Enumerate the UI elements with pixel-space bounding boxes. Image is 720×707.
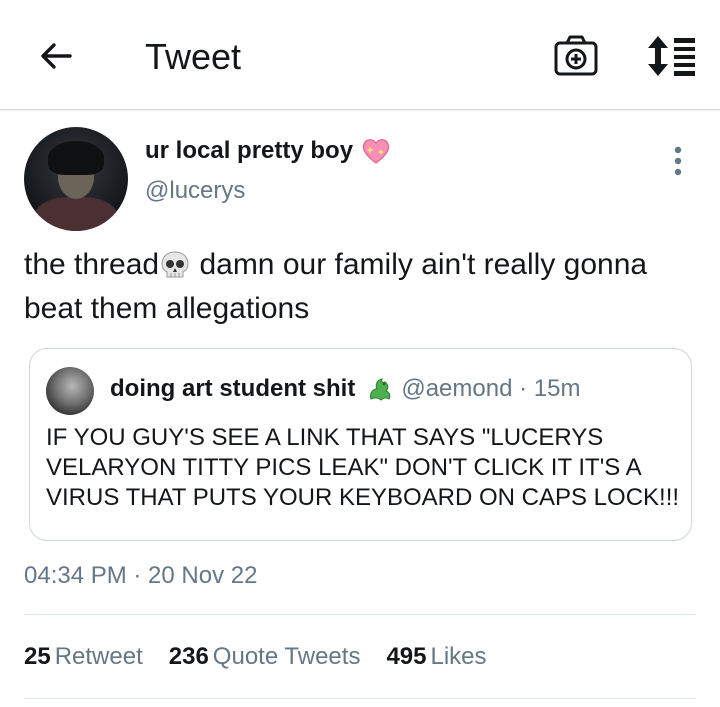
divider [24,614,696,615]
quote-tweets-count: 236 [168,643,209,670]
author-name[interactable]: ur local pretty boy [145,137,391,165]
author-display-name: ur local pretty boy [145,137,354,164]
more-options-button[interactable] [670,146,686,176]
tweet-timestamp: 04:34 PM · 20 Nov 22 [24,562,258,589]
quoted-tweet-text: IF YOU GUY'S SEE A LINK THAT SAYS "LUCER… [46,424,680,511]
skull-icon [159,250,191,290]
quoted-tweet-header: doing art student shit @aemond · 15m [110,375,580,403]
more-vertical-icon [674,146,682,176]
likes-label: Likes [430,643,487,670]
tweet-text-part1: the thread [24,248,160,281]
quoted-author-name: doing art student shit [110,375,356,402]
sort-button[interactable] [645,34,697,78]
quote-tweets-stat[interactable]: 236 Quote Tweets [169,643,361,671]
tweet-text: the thread damn our family ain't really … [24,246,684,328]
camera-plus-icon [554,35,598,76]
quoted-tweet[interactable]: doing art student shit @aemond · 15m IF … [29,348,692,541]
page-title: Tweet [145,36,242,77]
sort-list-icon [648,36,695,76]
likes-stat[interactable]: 495 Likes [386,643,486,671]
retweets-label: Retweet [54,643,143,670]
sparkling-heart-icon [362,139,390,164]
quoted-author-avatar [46,367,94,415]
retweets-count: 25 [24,643,51,670]
likes-count: 495 [386,643,427,670]
divider [24,698,696,699]
author-avatar[interactable] [24,127,128,231]
top-bar: Tweet [0,0,720,110]
quote-tweets-label: Quote Tweets [212,643,361,670]
back-button[interactable] [36,36,76,76]
quoted-author-handle: @aemond · 15m [401,375,581,402]
arrow-left-icon [41,43,72,69]
tweet-stats: 25 Retweet 236 Quote Tweets 495 Likes [24,643,513,671]
camera-button[interactable] [553,34,599,78]
author-handle[interactable]: @lucerys [145,177,245,205]
retweets-stat[interactable]: 25 Retweet [24,643,143,671]
dragon-icon [370,378,391,401]
